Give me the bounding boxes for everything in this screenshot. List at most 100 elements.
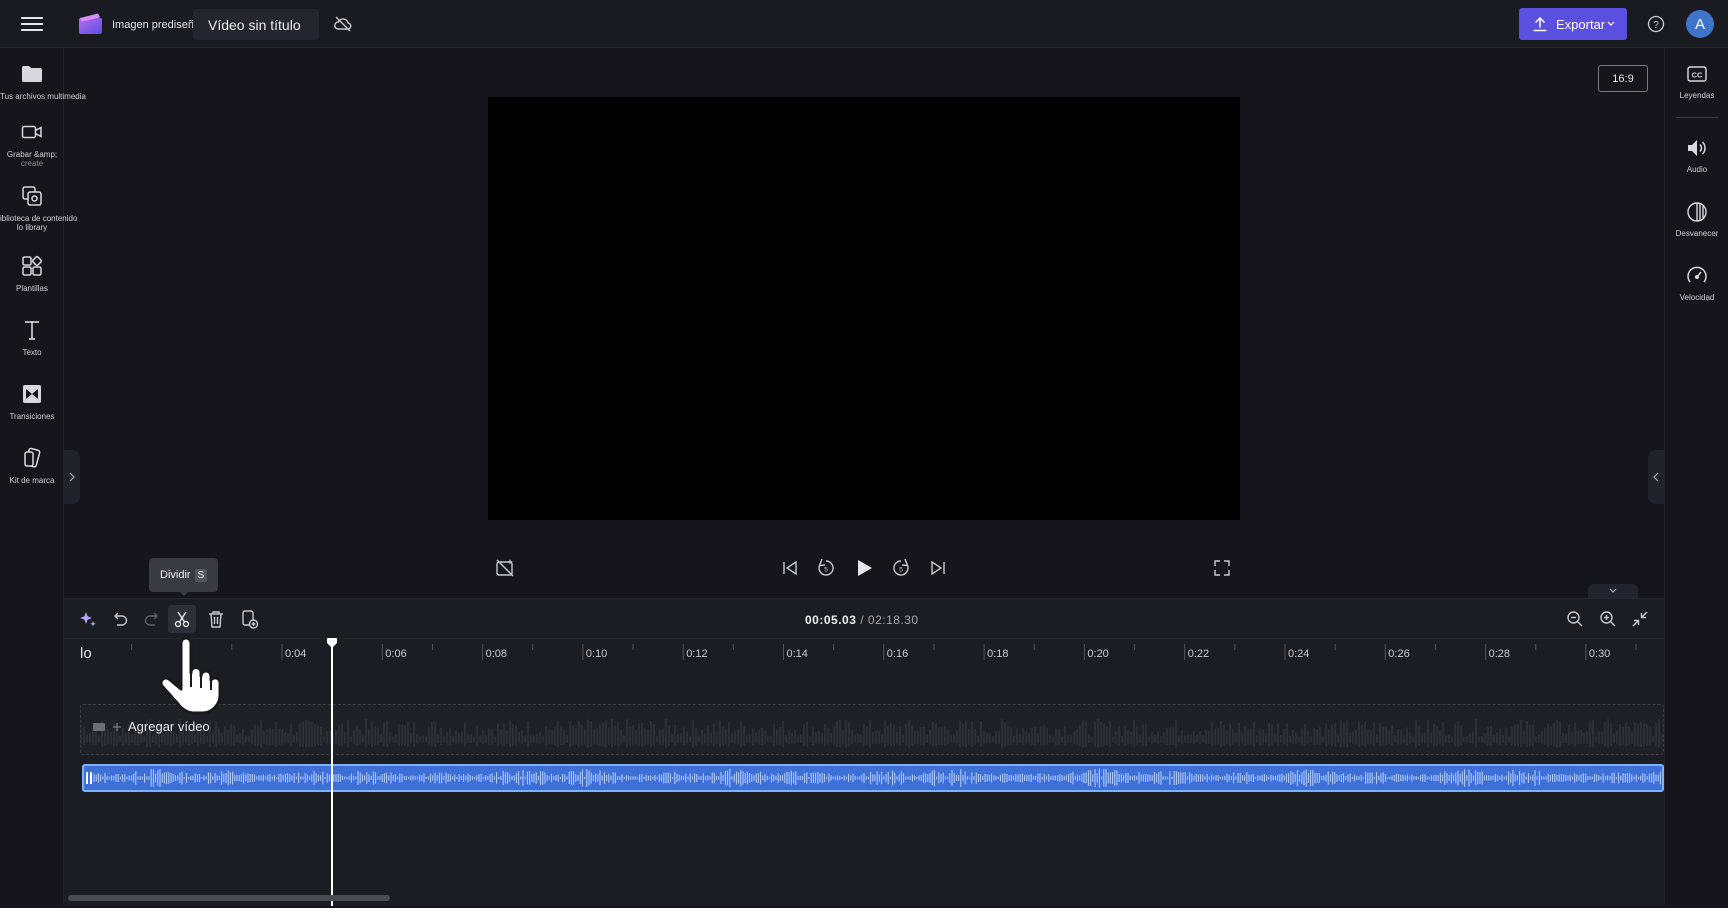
speed-icon [1685,264,1709,288]
tooltip-shortcut: S [194,568,208,582]
current-time: 00:05.03 [805,613,857,627]
svg-text:CC: CC [1692,71,1703,80]
time-display: 00:05.03 / 02:18.30 [805,613,919,627]
video-preview[interactable] [488,97,1240,520]
sidebar-label: Plantillas [15,284,48,293]
redo-icon[interactable] [141,608,163,630]
rewind-5s-icon[interactable]: 5 [815,557,837,579]
ruler-label: 0:28 [1489,648,1510,660]
sidebar-label: Audio [1686,165,1708,174]
skip-to-start-icon[interactable] [779,557,801,579]
video-track-background [81,719,1663,748]
sidebar-label: Velocidad [1679,293,1715,302]
video-title: Vídeo sin título [208,17,301,33]
user-avatar[interactable]: A [1686,10,1714,38]
sidebar-item-captions[interactable]: CC Leyendas [1665,62,1728,100]
camera-icon [20,120,44,144]
expand-left-panel-button[interactable] [64,450,80,504]
ai-sparkle-icon[interactable] [77,608,99,630]
chevron-down-icon [1609,588,1617,593]
tooltip-arrow [179,591,189,596]
ruler-label: 0:10 [586,648,607,660]
templates-icon [20,254,44,278]
ruler-label: 0:16 [887,648,908,660]
sidebar-label: Transiciones [9,412,55,421]
plus-icon [113,722,121,731]
playhead[interactable] [331,646,333,906]
total-time: 02:18.30 [867,613,919,627]
chevron-left-icon [1653,472,1659,482]
chevron-right-icon [69,472,75,482]
timeline-ruler[interactable]: 0:04 0:06 0:08 0:10 0:12 0:14 0:16 0:18 0:20 0:22… [64,638,1664,666]
undo-icon[interactable] [109,608,131,630]
hamburger-menu-icon[interactable] [18,12,46,36]
chevron-down-icon [1607,21,1615,26]
text-icon [20,318,44,342]
sidebar-label: Grabar &amp; [6,150,58,159]
fullscreen-icon[interactable] [1211,557,1233,579]
sidebar-label: Tus archivos multimedia [0,92,86,101]
sidebar-label: Desvanecer [1675,229,1719,238]
svg-text:5: 5 [824,567,828,574]
sidebar-item-brand-kit[interactable]: Kit de marca [0,446,64,485]
no-ai-effect-icon[interactable] [494,557,516,579]
sidebar-item-speed[interactable]: Velocidad [1665,264,1728,302]
film-icon [93,722,105,731]
ruler-label: 0:30 [1589,648,1610,660]
svg-text:?: ? [1653,20,1659,31]
sidebar-item-your-media[interactable]: Tus archivos multimedia [0,62,86,101]
video-track-dropzone[interactable] [80,704,1664,755]
delete-icon[interactable] [205,608,227,630]
skip-to-end-icon[interactable] [927,557,949,579]
svg-text:5: 5 [899,567,903,574]
add-video-label: Agregar vídeo [128,719,210,734]
ruler-label: 0:26 [1388,648,1409,660]
audio-waveform [86,768,1661,788]
ruler-label: 0:08 [486,648,507,660]
ruler-label: 0:04 [285,648,306,660]
zoom-in-icon[interactable] [1597,608,1619,630]
split-tooltip: Dividir S [149,558,218,592]
duplicate-icon[interactable] [238,608,260,630]
sidebar-label: Leyendas [1679,91,1715,100]
scissors-icon [174,611,190,628]
audio-clip[interactable] [82,764,1664,792]
fade-icon [1685,200,1709,224]
sidebar-item-fade[interactable]: Desvanecer [1665,200,1728,238]
sidebar-item-record-create[interactable]: Grabar &amp; create [0,120,64,168]
cloud-off-icon[interactable] [333,14,353,34]
sidebar-item-templates[interactable]: Plantillas [0,254,64,293]
export-label: Exportar [1556,16,1606,32]
play-icon[interactable] [853,557,875,579]
sidebar-item-text[interactable]: Texto [0,318,64,357]
playhead-handle[interactable] [326,637,338,649]
sidebar-item-transitions[interactable]: Transiciones [0,382,64,421]
timeline-scrollbar[interactable] [68,895,390,901]
add-video-button[interactable]: Agregar vídeo [92,719,210,734]
collapse-right-panel-button[interactable] [1648,450,1664,504]
help-icon[interactable]: ? [1646,14,1666,34]
ruler-label: 0:24 [1288,648,1309,660]
sidebar-label: Texto [22,348,42,357]
sidebar-sublabel: create [20,159,44,168]
sidebar-item-content-library[interactable]: iblioteca de contenido lo library [0,184,77,232]
captions-icon: CC [1685,62,1709,86]
transitions-icon [20,382,44,406]
hand-pointer-cursor-icon [150,637,230,715]
right-sidebar: CC Leyendas Audio Desvanecer Velocidad [1664,48,1728,906]
forward-5s-icon[interactable]: 5 [890,557,912,579]
audio-clip-trim-handle [90,772,92,784]
folder-icon [20,62,44,86]
split-button[interactable] [168,605,196,633]
brand-kit-icon [20,446,44,470]
sidebar-item-audio[interactable]: Audio [1665,136,1728,174]
collapse-timeline-button[interactable] [1588,584,1638,598]
sidebar-label: Kit de marca [9,476,55,485]
divider [1676,117,1718,118]
export-button[interactable]: Exportar [1519,8,1627,40]
zoom-out-icon[interactable] [1564,608,1586,630]
sidebar-sublabel: lo library [16,223,48,232]
fit-to-timeline-icon[interactable] [1629,608,1651,630]
ruler-label: 0:14 [787,648,808,660]
aspect-ratio-button[interactable]: 16:9 [1598,65,1648,92]
